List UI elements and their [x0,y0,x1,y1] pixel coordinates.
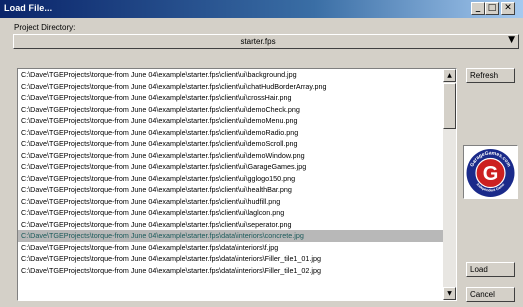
maximize-button[interactable]: □ [485,2,499,15]
list-item[interactable]: C:\Dave\TGEProjects\torque-from June 04\… [18,115,444,127]
list-item[interactable]: C:\Dave\TGEProjects\torque-from June 04\… [18,173,444,185]
window-title: Load File... [4,3,53,13]
list-item[interactable]: C:\Dave\TGEProjects\torque-from June 04\… [18,69,444,81]
list-item[interactable]: C:\Dave\TGEProjects\torque-from June 04\… [18,138,444,150]
title-bar[interactable]: Load File... _ □ ✕ [0,0,523,18]
cancel-button[interactable]: Cancel [466,287,515,302]
list-item[interactable]: C:\Dave\TGEProjects\torque-from June 04\… [18,92,444,104]
list-item[interactable]: C:\Dave\TGEProjects\torque-from June 04\… [18,161,444,173]
load-button[interactable]: Load [466,262,515,277]
list-item[interactable]: C:\Dave\TGEProjects\torque-from June 04\… [18,207,444,219]
list-item[interactable]: C:\Dave\TGEProjects\torque-from June 04\… [18,219,444,231]
image-preview: G GarageGames.com Independent Game [463,145,518,199]
list-item[interactable]: C:\Dave\TGEProjects\torque-from June 04\… [18,104,444,116]
scrollbar-thumb[interactable] [443,83,456,129]
list-item[interactable]: C:\Dave\TGEProjects\torque-from June 04\… [18,150,444,162]
list-item[interactable]: C:\Dave\TGEProjects\torque-from June 04\… [18,265,444,277]
refresh-button[interactable]: Refresh [466,68,515,83]
list-item[interactable]: C:\Dave\TGEProjects\torque-from June 04\… [18,253,444,265]
minimize-button[interactable]: _ [471,2,485,15]
list-item[interactable]: C:\Dave\TGEProjects\torque-from June 04\… [18,127,444,139]
file-list[interactable]: C:\Dave\TGEProjects\torque-from June 04\… [18,69,444,276]
list-item[interactable]: C:\Dave\TGEProjects\torque-from June 04\… [18,184,444,196]
svg-text:G: G [483,163,499,185]
chevron-down-icon[interactable]: ▼ [508,35,515,45]
close-button[interactable]: ✕ [501,2,515,15]
list-item[interactable]: C:\Dave\TGEProjects\torque-from June 04\… [18,230,444,242]
list-item[interactable]: C:\Dave\TGEProjects\torque-from June 04\… [18,196,444,208]
scroll-down-arrow-icon[interactable]: ▼ [443,287,456,300]
scroll-up-arrow-icon[interactable]: ▲ [443,69,456,82]
garagegames-logo-icon: G GarageGames.com Independent Game [466,149,515,197]
list-item[interactable]: C:\Dave\TGEProjects\torque-from June 04\… [18,242,444,254]
file-listbox[interactable]: C:\Dave\TGEProjects\torque-from June 04\… [17,68,457,301]
list-item[interactable]: C:\Dave\TGEProjects\torque-from June 04\… [18,81,444,93]
project-directory-value: starter.fps [240,37,276,46]
vertical-scrollbar[interactable]: ▲ ▼ [443,69,456,300]
project-directory-dropdown[interactable]: starter.fps ▼ [13,34,519,49]
project-directory-label: Project Directory: [14,23,76,32]
